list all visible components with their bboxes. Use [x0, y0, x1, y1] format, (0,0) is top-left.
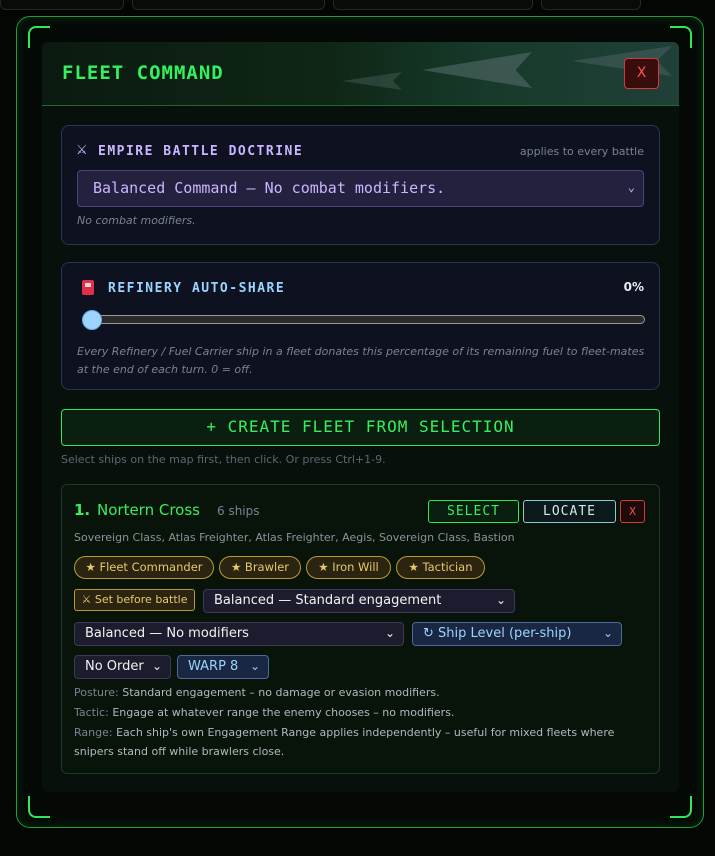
frame-corner	[28, 796, 50, 818]
modifier-select[interactable]: Balanced — No modifiers ⌄	[74, 622, 404, 646]
trait-badge: ★ Iron Will	[306, 556, 391, 579]
refinery-title: REFINERY AUTO-SHARE	[108, 281, 286, 296]
doctrine-select-value: Balanced Command — No combat modifiers.	[93, 179, 446, 197]
background-tab	[132, 0, 325, 10]
refinery-card: REFINERY AUTO-SHARE 0% Every Refinery / …	[61, 262, 660, 390]
posture-info: Posture: Standard engagement – no damage…	[74, 683, 644, 702]
tactic-info-label: Tactic:	[74, 706, 109, 719]
slider-thumb[interactable]	[82, 309, 102, 330]
fleet-name[interactable]: Nortern Cross	[97, 501, 200, 519]
panel-title: FLEET COMMAND	[62, 62, 224, 84]
trait-badge: ★ Fleet Commander	[74, 556, 214, 579]
chevron-down-icon: ⌄	[495, 592, 506, 607]
crossed-swords-icon: ⚔	[76, 143, 88, 158]
create-fleet-button[interactable]: + CREATE FLEET FROM SELECTION	[61, 409, 660, 446]
refinery-slider[interactable]	[82, 309, 645, 330]
fleet-number: 1.	[74, 501, 91, 519]
fuel-pump-icon	[82, 280, 94, 295]
remove-fleet-button[interactable]: X	[620, 500, 645, 523]
starship-art	[342, 72, 402, 90]
chevron-down-icon: ⌄	[151, 658, 162, 673]
doctrine-select[interactable]: Balanced Command — No combat modifiers. …	[77, 170, 644, 207]
ship-level-select[interactable]: ↻ Ship Level (per-ship) ⌄	[412, 622, 622, 646]
select-fleet-button[interactable]: SELECT	[428, 500, 519, 523]
trait-badge: ★ Tactician	[396, 556, 485, 579]
background-tab	[0, 0, 124, 10]
modifier-select-value: Balanced — No modifiers	[85, 626, 249, 641]
range-info-label: Range:	[74, 726, 113, 739]
order-select-value: No Order	[85, 659, 144, 674]
set-before-battle-badge: ⚔ Set before battle	[74, 589, 195, 611]
frame-corner	[670, 796, 692, 818]
locate-fleet-button[interactable]: LOCATE	[523, 500, 616, 523]
background-tab-strip	[0, 0, 715, 12]
warp-select-value: WARP 8	[188, 659, 239, 674]
posture-select[interactable]: Balanced — Standard engagement ⌄	[203, 589, 515, 613]
chevron-down-icon: ⌄	[602, 625, 613, 640]
doctrine-title: EMPIRE BATTLE DOCTRINE	[98, 144, 304, 159]
fleet-card: 1. Nortern Cross 6 ships SELECT LOCATE X…	[61, 484, 660, 774]
background-tab	[541, 0, 641, 10]
fleet-ship-list: Sovereign Class, Atlas Freighter, Atlas …	[74, 531, 515, 544]
warp-select[interactable]: WARP 8 ⌄	[177, 655, 269, 679]
panel-header: FLEET COMMAND X	[42, 42, 679, 106]
tactic-info: Tactic: Engage at whatever range the ene…	[74, 703, 644, 722]
posture-select-value: Balanced — Standard engagement	[214, 593, 442, 608]
refinery-description: Every Refinery / Fuel Carrier ship in a …	[77, 345, 645, 376]
chevron-down-icon: ⌄	[627, 179, 635, 194]
refinery-value-label: 0%	[623, 280, 644, 294]
fleet-command-panel: FLEET COMMAND X ⚔ EMPIRE BATTLE DOCTRINE…	[42, 42, 679, 792]
range-info: Range: Each ship's own Engagement Range …	[74, 723, 619, 761]
posture-info-label: Posture:	[74, 686, 119, 699]
chevron-down-icon: ⌄	[249, 658, 260, 673]
doctrine-card: ⚔ EMPIRE BATTLE DOCTRINE applies to ever…	[61, 125, 660, 245]
chevron-down-icon: ⌄	[384, 625, 395, 640]
fleet-ship-count: 6 ships	[217, 504, 260, 518]
ship-level-select-value: ↻ Ship Level (per-ship)	[423, 626, 572, 641]
create-fleet-hint: Select ships on the map first, then clic…	[61, 453, 386, 466]
trait-badge: ★ Brawler	[219, 556, 301, 579]
background-tab	[333, 0, 533, 10]
tactic-info-text: Engage at whatever range the enemy choos…	[112, 706, 455, 719]
range-info-text: Each ship's own Engagement Range applies…	[74, 726, 615, 758]
order-select[interactable]: No Order ⌄	[74, 655, 171, 679]
close-button[interactable]: X	[624, 58, 659, 89]
posture-info-text: Standard engagement – no damage or evasi…	[122, 686, 440, 699]
starship-art	[422, 52, 532, 88]
doctrine-scope-note: applies to every battle	[519, 145, 644, 158]
doctrine-description: No combat modifiers.	[77, 214, 196, 227]
